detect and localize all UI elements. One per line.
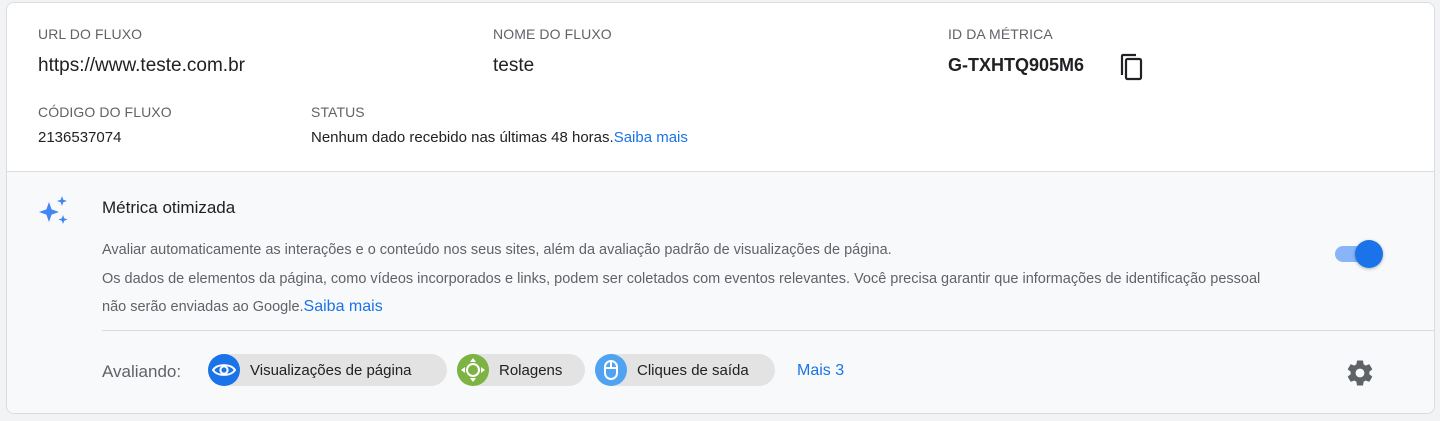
stream-code-label: CÓDIGO DO FLUXO	[38, 104, 172, 120]
enhanced-measurement-title: Métrica otimizada	[102, 198, 236, 217]
chip-outbound-clicks[interactable]: Cliques de saída	[595, 354, 775, 386]
section-divider	[102, 330, 1434, 331]
toggle-knob	[1355, 240, 1383, 268]
enhanced-measurement-section: Métrica otimizada Avaliar automaticament…	[7, 171, 1434, 413]
copy-icon[interactable]	[1119, 53, 1145, 83]
stream-url-value: https://www.teste.com.br	[38, 55, 245, 76]
gear-icon[interactable]	[1345, 358, 1375, 388]
enhanced-description-line2: Os dados de elementos da página, como ví…	[102, 266, 1272, 321]
stream-name-value: teste	[493, 55, 535, 76]
stream-name-label: NOME DO FLUXO	[493, 26, 612, 42]
status-message: Nenhum dado recebido nas últimas 48 hora…	[311, 129, 614, 146]
scroll-arrows-icon	[457, 354, 489, 386]
stream-url-label: URL DO FLUXO	[38, 26, 143, 42]
more-events-link[interactable]: Mais 3	[797, 362, 844, 380]
metric-id-value: G-TXHTQ905M6	[948, 55, 1085, 75]
stream-code-value: 2136537074	[38, 129, 122, 146]
enhanced-description-text: Os dados de elementos da página, como ví…	[102, 271, 1261, 315]
chip-outbound-clicks-label: Cliques de saída	[637, 362, 749, 379]
stream-details-card: URL DO FLUXO https://www.teste.com.br NO…	[6, 2, 1435, 414]
chip-scrolls-label: Rolagens	[499, 362, 563, 379]
eye-icon	[208, 354, 240, 386]
mouse-icon	[595, 354, 627, 386]
measuring-label: Avaliando:	[102, 362, 182, 381]
enhanced-description-line1: Avaliar automaticamente as interações e …	[102, 242, 892, 258]
chip-page-views[interactable]: Visualizações de página	[208, 354, 447, 386]
status-text: Nenhum dado recebido nas últimas 48 hora…	[311, 129, 688, 146]
chip-page-views-label: Visualizações de página	[250, 362, 412, 379]
status-learn-more-link[interactable]: Saiba mais	[614, 129, 688, 146]
sparkle-icon	[39, 196, 68, 224]
stream-details-section: URL DO FLUXO https://www.teste.com.br NO…	[7, 3, 1434, 171]
enhanced-measurement-toggle[interactable]	[1333, 240, 1383, 268]
metric-id-label: ID DA MÉTRICA	[948, 26, 1053, 42]
chip-scrolls[interactable]: Rolagens	[457, 354, 585, 386]
enhanced-learn-more-link[interactable]: Saiba mais	[304, 298, 383, 315]
status-label: STATUS	[311, 104, 365, 120]
